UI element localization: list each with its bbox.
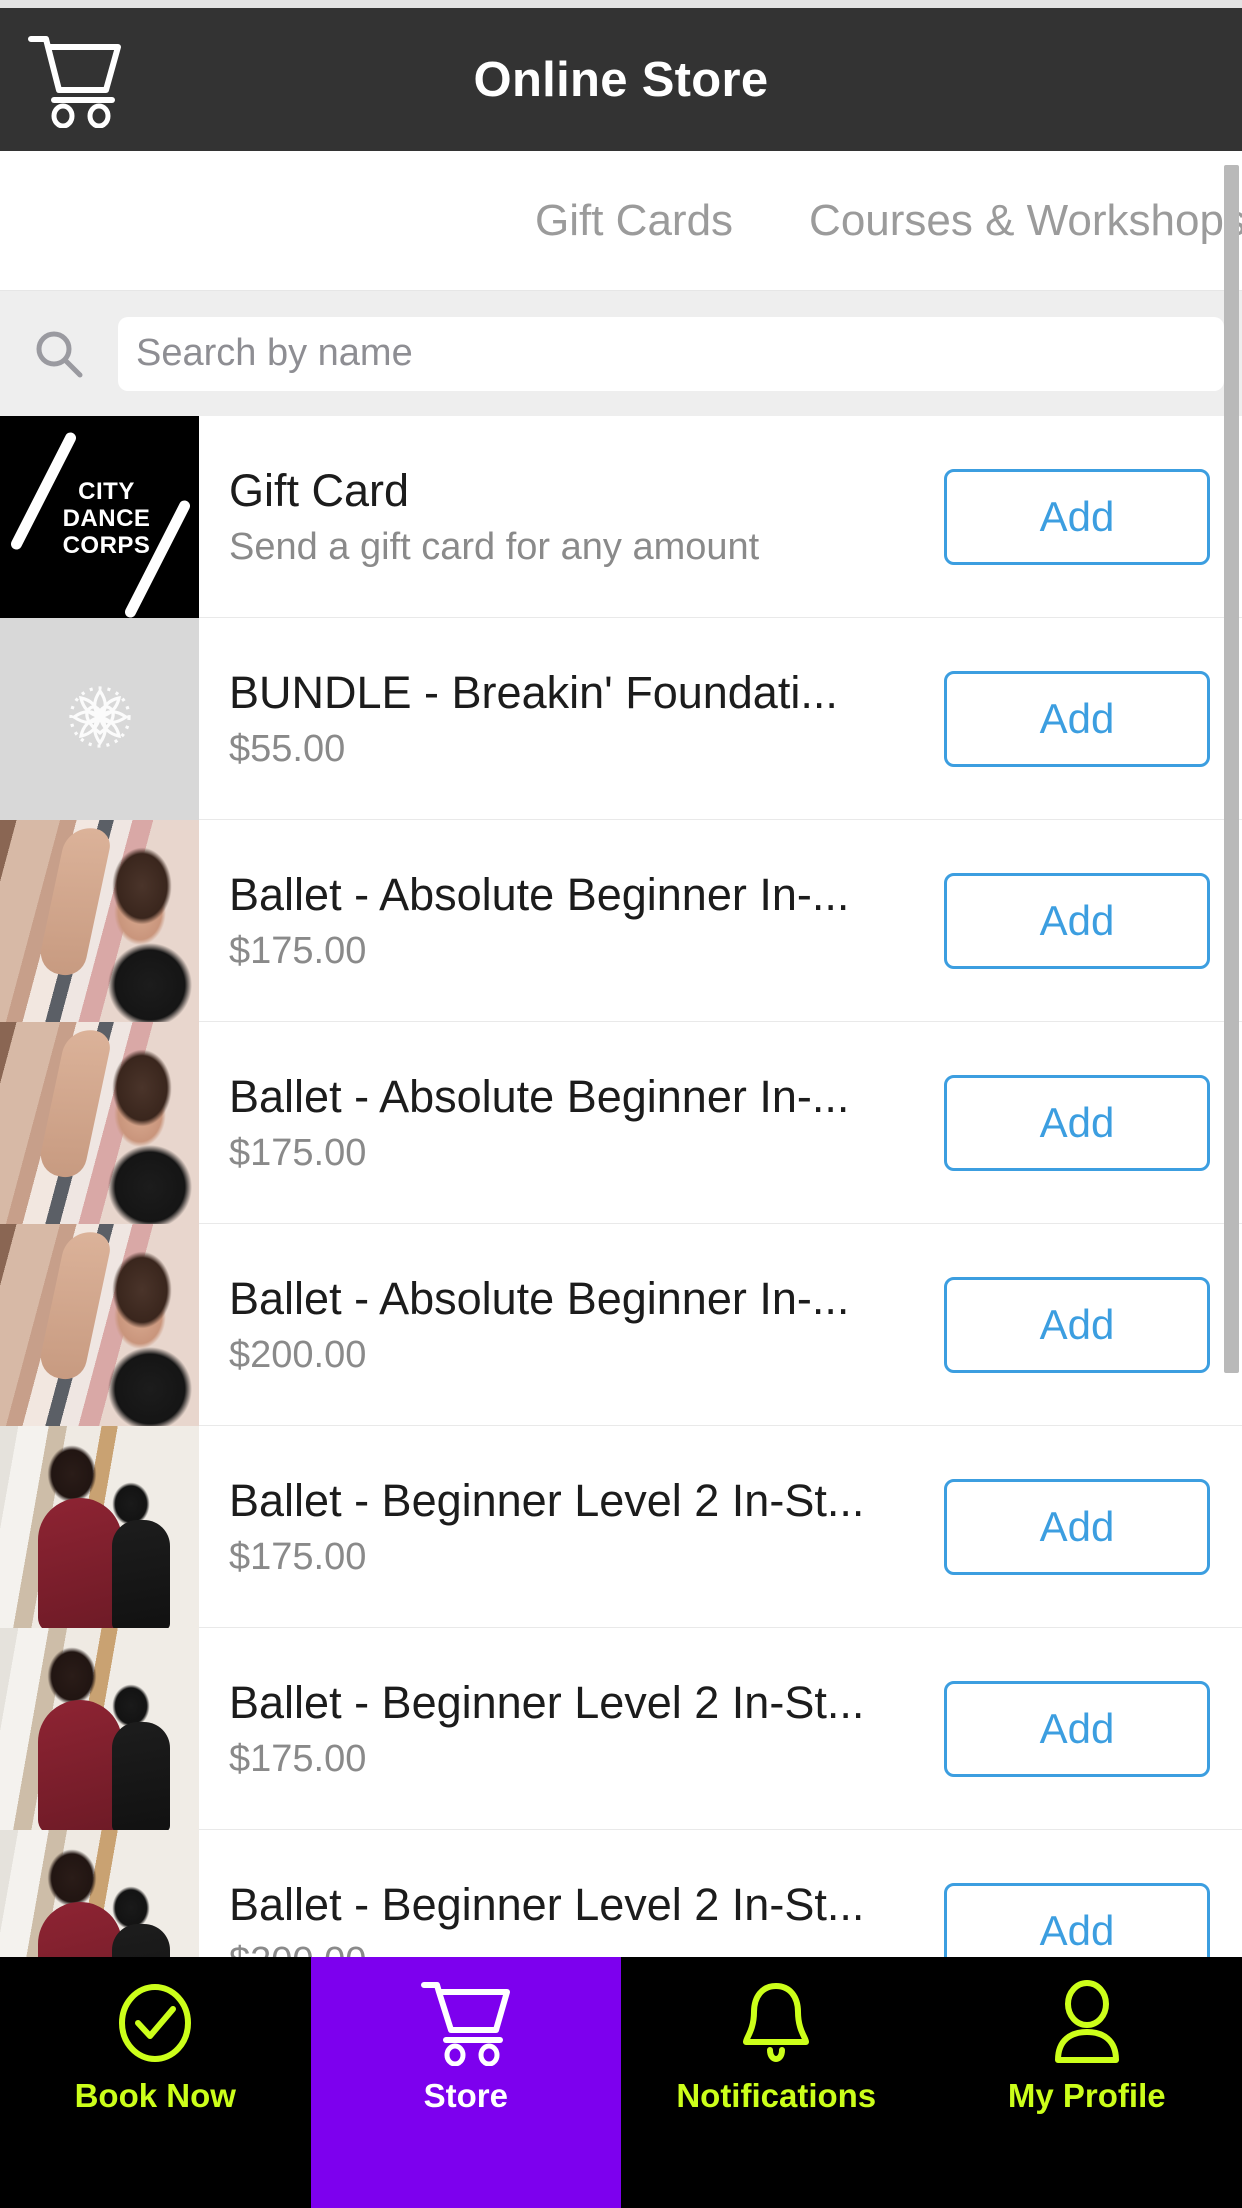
add-button[interactable]: Add <box>944 468 1210 565</box>
logo-line-3: CORPS <box>62 532 151 559</box>
top-header: Online Store <box>0 8 1242 151</box>
product-thumbnail <box>0 820 199 1022</box>
nav-label: My Profile <box>1007 2077 1166 2114</box>
product-price: $175.00 <box>229 1737 367 1780</box>
product-thumbnail <box>0 1830 199 1957</box>
add-button[interactable]: Add <box>944 1276 1210 1373</box>
tab-courses-workshops[interactable]: Courses & Workshops <box>771 196 1242 246</box>
list-item[interactable]: Ballet - Beginner Level 2 In-St... $175.… <box>0 1628 1242 1830</box>
add-button[interactable]: Add <box>944 1074 1210 1171</box>
shopping-cart-icon <box>26 32 124 128</box>
add-button[interactable]: Add <box>944 1680 1210 1777</box>
product-thumbnail: CITY DANCE CORPS <box>0 416 199 618</box>
product-title: Ballet - Absolute Beginner In-... <box>229 1070 850 1122</box>
logo-line-1: CITY <box>78 478 135 505</box>
product-title: BUNDLE - Breakin' Foundati... <box>229 666 838 718</box>
search-field-wrapper[interactable] <box>118 316 1224 391</box>
product-thumbnail <box>0 1628 199 1830</box>
add-button[interactable]: Add <box>944 670 1210 767</box>
city-dance-corps-logo-icon: CITY DANCE CORPS <box>0 416 199 618</box>
category-tab-strip[interactable]: Gift Cards Courses & Workshops <box>0 151 1242 291</box>
cart-button[interactable] <box>0 8 150 151</box>
nav-item-book-now[interactable]: Book Now <box>0 1957 311 2208</box>
product-price: $175.00 <box>229 929 367 972</box>
product-price: $175.00 <box>229 1535 367 1578</box>
product-price: $175.00 <box>229 1131 367 1174</box>
product-thumbnail <box>0 1224 199 1426</box>
product-thumbnail <box>0 1022 199 1224</box>
list-item[interactable]: CITY DANCE CORPS Gift Card Send a gift c… <box>0 416 1242 618</box>
product-title: Ballet - Beginner Level 2 In-St... <box>229 1474 865 1526</box>
nav-item-notifications[interactable]: Notifications <box>621 1957 932 2208</box>
search-icon <box>0 328 118 380</box>
product-subtitle: Send a gift card for any amount <box>229 525 760 568</box>
logo-line-2: DANCE <box>62 505 151 532</box>
add-button[interactable]: Add <box>944 1478 1210 1575</box>
product-title: Ballet - Absolute Beginner In-... <box>229 868 850 920</box>
add-button[interactable]: Add <box>944 1882 1210 1957</box>
list-item[interactable]: Ballet - Absolute Beginner In-... $200.0… <box>0 1224 1242 1426</box>
product-list[interactable]: CITY DANCE CORPS Gift Card Send a gift c… <box>0 416 1242 1957</box>
product-thumbnail <box>0 618 199 820</box>
list-item[interactable]: Ballet - Absolute Beginner In-... $175.0… <box>0 1022 1242 1224</box>
tab-gift-cards[interactable]: Gift Cards <box>535 196 771 246</box>
list-item[interactable]: Ballet - Absolute Beginner In-... $175.0… <box>0 820 1242 1022</box>
product-price: $200.00 <box>229 1333 367 1376</box>
product-thumbnail <box>0 1426 199 1628</box>
list-item[interactable]: BUNDLE - Breakin' Foundati... $55.00 Add <box>0 618 1242 820</box>
list-item[interactable]: Ballet - Beginner Level 2 In-St... $200.… <box>0 1830 1242 1957</box>
bell-icon <box>736 1977 816 2069</box>
nav-item-store[interactable]: Store <box>310 1957 621 2208</box>
nav-label: Book Now <box>74 2077 236 2114</box>
bottom-navigation: Book Now Store Notifications My Profile <box>0 1957 1242 2208</box>
shopping-cart-icon <box>420 1977 512 2069</box>
product-price: $200.00 <box>229 1938 928 1958</box>
search-input[interactable] <box>118 332 1224 375</box>
check-circle-icon <box>114 1977 196 2069</box>
nav-label: Store <box>423 2077 508 2114</box>
product-title: Ballet - Beginner Level 2 In-St... <box>229 1676 865 1728</box>
page-title: Online Store <box>473 52 769 107</box>
product-title: Ballet - Absolute Beginner In-... <box>229 1272 850 1324</box>
flower-placeholder-icon <box>44 661 156 778</box>
product-price: $55.00 <box>229 727 346 770</box>
nav-item-my-profile[interactable]: My Profile <box>931 1957 1242 2208</box>
person-icon <box>1049 1977 1125 2069</box>
product-title: Gift Card <box>229 464 410 516</box>
status-strip <box>0 0 1242 8</box>
search-bar <box>0 291 1242 416</box>
product-title: Ballet - Beginner Level 2 In-St... <box>229 1878 865 1930</box>
list-item[interactable]: Ballet - Beginner Level 2 In-St... $175.… <box>0 1426 1242 1628</box>
add-button[interactable]: Add <box>944 872 1210 969</box>
online-store-screen: Online Store Gift Cards Courses & Worksh… <box>0 0 1242 2208</box>
nav-label: Notifications <box>676 2077 877 2114</box>
